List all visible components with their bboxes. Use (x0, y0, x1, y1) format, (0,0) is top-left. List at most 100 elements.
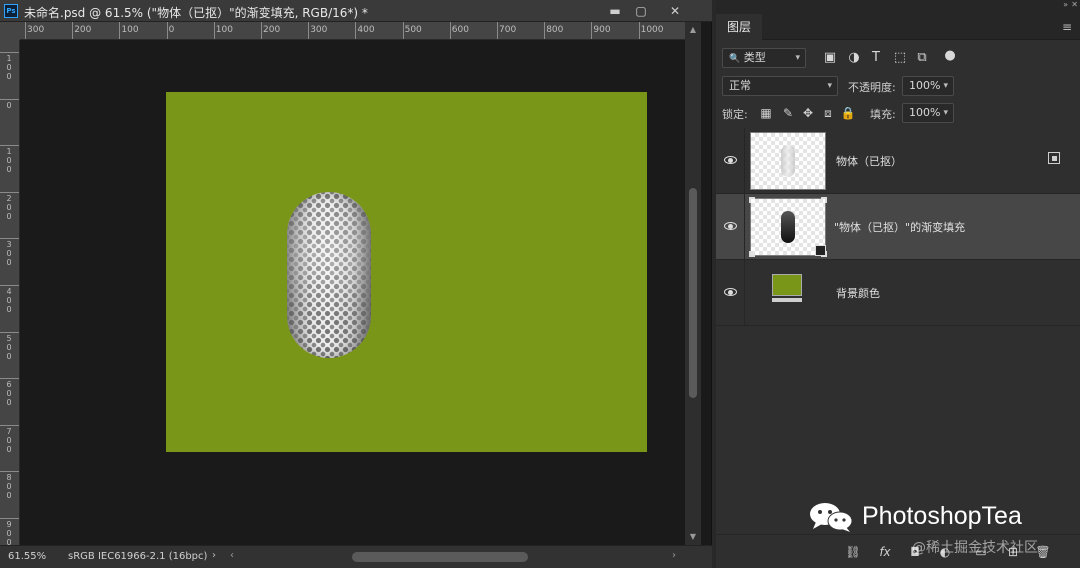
close-button[interactable]: ✕ (664, 2, 686, 20)
collapse-panel-icon[interactable]: » (1063, 0, 1068, 9)
ruler-label: 200 (74, 25, 92, 35)
document-tab[interactable]: Ps 未命名.psd @ 61.5% ("物体（已抠）"的渐变填充, RGB/1… (0, 0, 712, 22)
ruler-tick (72, 22, 74, 39)
lock-transparency-icon[interactable]: ▦ (758, 105, 774, 121)
smart-object-filter-icon[interactable]: ⧉ (914, 50, 930, 66)
document-title: 未命名.psd @ 61.5% ("物体（已抠）"的渐变填充, RGB/16*)… (24, 6, 368, 20)
ruler-tick (0, 378, 19, 380)
scroll-down-icon[interactable]: ▼ (685, 529, 701, 545)
type-layer-filter-icon[interactable]: T (868, 50, 884, 66)
ruler-tick (213, 22, 215, 39)
horizontal-ruler[interactable]: 300 200 100 0 100 200 300 400 500 600 700 800 900 100… (20, 22, 685, 40)
lock-label: 锁定: (722, 108, 748, 121)
visibility-eye-icon[interactable] (724, 219, 738, 233)
opacity-input[interactable]: 100% ▾ (902, 76, 954, 96)
ruler-label: 600 (6, 380, 12, 408)
color-fill-indicator (772, 298, 802, 302)
ruler-tick (0, 191, 19, 193)
watermark-brand: PhotoshopTea (862, 502, 1022, 530)
pixel-layer-filter-icon[interactable]: ▣ (822, 50, 838, 66)
canvas-area[interactable] (20, 40, 685, 545)
status-bar: 61.55% sRGB IEC61966-2.1 (16bpc) › ‹ › (0, 545, 712, 568)
scroll-left-icon[interactable]: ‹ (230, 550, 234, 561)
visibility-eye-icon[interactable] (724, 153, 738, 167)
layer-row-background-color[interactable]: 背景颜色 (716, 260, 1080, 326)
ruler-tick (402, 22, 404, 39)
shape-layer-filter-icon[interactable]: ⬚ (892, 50, 908, 66)
ruler-tick (0, 98, 19, 100)
capsule-object[interactable] (287, 192, 371, 358)
filter-kind-label: 类型 (743, 51, 766, 64)
ruler-tick (0, 52, 19, 53)
minimize-button[interactable]: ▬ (604, 2, 626, 20)
lock-paint-icon[interactable]: ✎ (780, 105, 796, 121)
lock-move-icon[interactable]: ✥ (800, 105, 816, 121)
layer-list: 物体（已抠） "物体（已抠）"的渐变填充 背景颜色 (716, 128, 1080, 328)
fx-icon[interactable]: fx (876, 543, 894, 561)
layer-thumbnail (750, 132, 826, 190)
fill-input[interactable]: 100% ▾ (902, 103, 954, 123)
ruler-label: 800 (6, 473, 12, 501)
fill-value: 100% (909, 106, 941, 119)
chevron-down-icon: ▾ (943, 81, 948, 91)
tab-layers[interactable]: 图层 (716, 14, 762, 40)
ruler-label: 200 (263, 25, 281, 35)
search-icon: 🔍 (729, 54, 741, 64)
vertical-scrollbar[interactable]: ▲ ▼ (685, 22, 701, 545)
panel-header-strip: » ✕ (716, 0, 1080, 12)
ruler-tick (0, 285, 19, 286)
ruler-tick (166, 22, 168, 39)
scroll-up-icon[interactable]: ▲ (685, 22, 701, 38)
ruler-label: 600 (451, 25, 469, 35)
ruler-label: 400 (6, 287, 12, 314)
filter-toggle-icon[interactable]: ● (942, 48, 958, 64)
document-window: Ps 未命名.psd @ 61.5% ("物体（已抠）"的渐变填充, RGB/1… (0, 0, 712, 568)
ruler-tick (638, 22, 640, 39)
blend-mode-select[interactable]: 正常 ▾ (722, 76, 838, 96)
ruler-label: 300 (27, 25, 45, 35)
panel-menu-icon[interactable]: ≡ (1062, 20, 1072, 34)
ruler-label: 700 (499, 25, 517, 35)
lock-all-icon[interactable]: 🔒 (840, 105, 856, 121)
ruler-label: 1000 (640, 25, 664, 35)
ruler-tick (449, 22, 451, 39)
canvas-background[interactable] (166, 92, 647, 452)
scroll-right-icon[interactable]: › (672, 550, 676, 561)
ruler-corner[interactable] (0, 22, 20, 40)
blend-row: 正常 ▾ 不透明度: 100% ▾ (716, 74, 1080, 98)
restore-button[interactable]: ▢ (630, 2, 652, 20)
ruler-label: 500 (404, 25, 422, 35)
ruler-label: 900 (593, 25, 611, 35)
link-layers-icon[interactable]: ⛓ (844, 543, 862, 561)
ruler-tick (0, 424, 19, 426)
ruler-tick (544, 22, 546, 39)
horizontal-scroll-thumb[interactable] (352, 552, 528, 562)
layer-row-gradient-fill[interactable]: "物体（已抠）"的渐变填充 (716, 194, 1080, 260)
fill-layer-badge-icon (815, 245, 826, 256)
lock-row: 锁定: ▦ ✎ ✥ ⧈ 🔒 填充: 100% ▾ (716, 101, 1080, 125)
ruler-label: 800 (546, 25, 564, 35)
close-panel-icon[interactable]: ✕ (1071, 0, 1078, 9)
ruler-label: 0 (6, 100, 12, 110)
wechat-icon (810, 503, 853, 532)
layer-name: 背景颜色 (836, 287, 880, 300)
ruler-tick (308, 22, 310, 39)
vertical-scroll-thumb[interactable] (689, 188, 697, 398)
vertical-ruler[interactable]: 100 0 100 200 300 400 500 600 700 800 900 (0, 40, 20, 545)
zoom-level-field[interactable]: 61.55% (8, 551, 46, 562)
visibility-eye-icon[interactable] (724, 285, 738, 299)
filter-kind-select[interactable]: 🔍 类型 ▾ (722, 48, 806, 68)
adjustment-layer-filter-icon[interactable]: ◑ (846, 50, 862, 66)
opacity-label: 不透明度: (848, 81, 896, 94)
ruler-tick (119, 22, 121, 39)
ruler-tick (261, 22, 262, 39)
lock-artboard-icon[interactable]: ⧈ (820, 105, 836, 121)
layer-filter-row: 🔍 类型 ▾ ▣ ◑ T ⬚ ⧉ ● (716, 46, 1080, 70)
layer-row-object[interactable]: 物体（已抠） (716, 128, 1080, 194)
status-menu-arrow-icon[interactable]: › (212, 550, 216, 561)
ruler-tick (591, 22, 593, 39)
layer-name: 物体（已抠） (836, 155, 902, 168)
ruler-tick (0, 471, 19, 473)
watermark-credit: @稀土掘金技术社区 (912, 540, 1038, 556)
ruler-tick (0, 518, 19, 519)
